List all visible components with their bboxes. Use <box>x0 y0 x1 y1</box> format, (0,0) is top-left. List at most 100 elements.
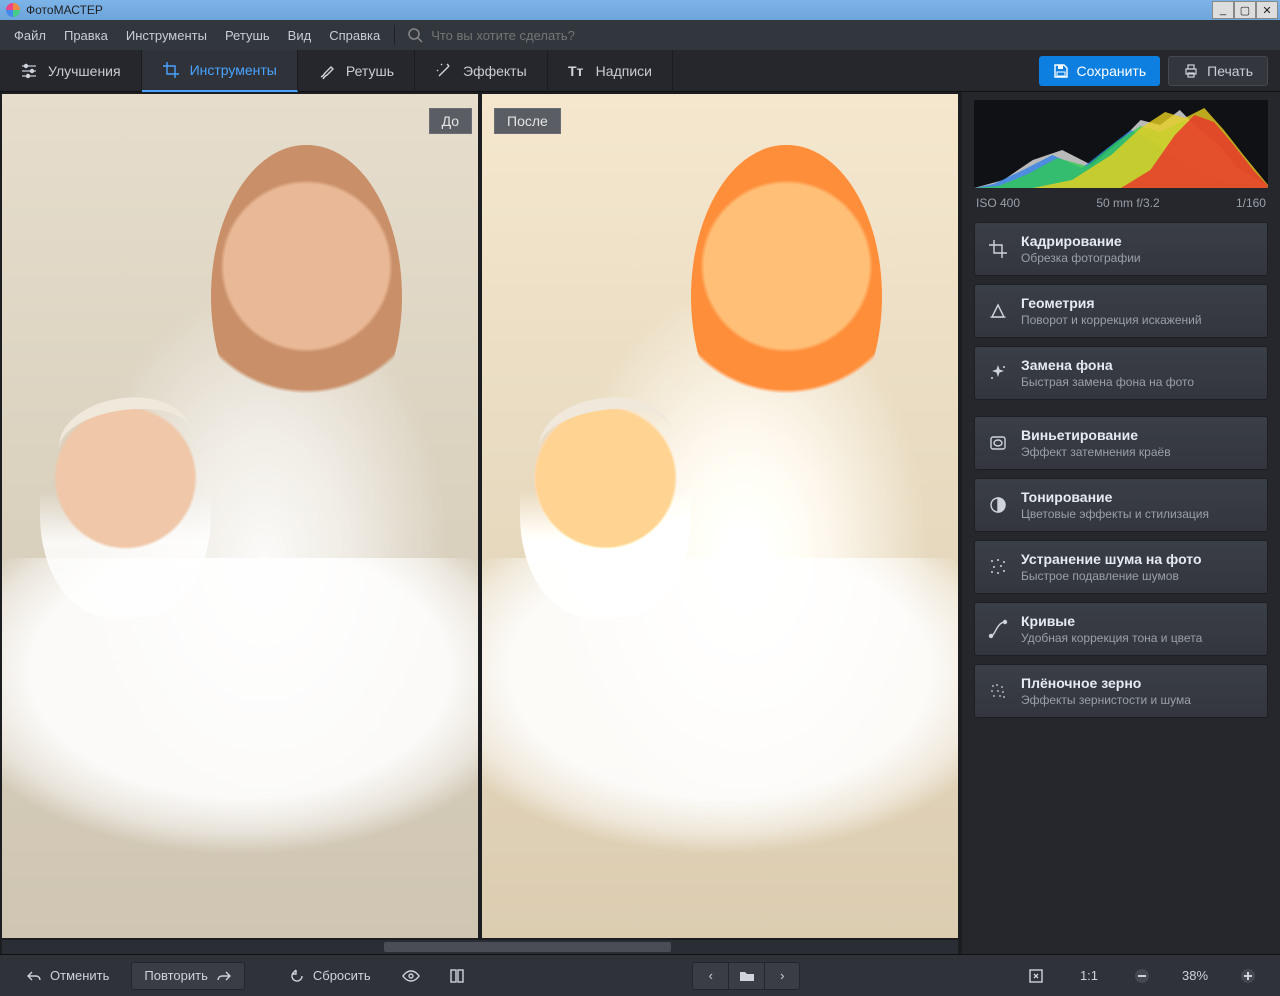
tab-tools[interactable]: Инструменты <box>142 50 298 92</box>
histogram <box>974 100 1268 188</box>
print-label: Печать <box>1207 63 1253 79</box>
menu-tools[interactable]: Инструменты <box>118 24 215 47</box>
print-icon <box>1183 63 1199 79</box>
tool-denoise[interactable]: Устранение шума на фотоБыстрое подавлени… <box>974 540 1268 594</box>
tool-title: Кривые <box>1021 613 1202 629</box>
exif-row: ISO 400 50 mm f/3.2 1/160 <box>974 192 1268 222</box>
tool-grain[interactable]: Плёночное зерноЭффекты зернистости и шум… <box>974 664 1268 718</box>
brush-icon <box>318 62 336 80</box>
tab-label: Эффекты <box>463 63 527 79</box>
preview-button[interactable] <box>393 962 429 990</box>
sparkle-icon <box>987 362 1009 384</box>
save-button[interactable]: Сохранить <box>1039 56 1161 86</box>
tool-toning[interactable]: Тонирование Цветовые эффекты и стилизация <box>974 478 1268 532</box>
canvas[interactable]: До После <box>2 94 958 938</box>
menubar: Файл Правка Инструменты Ретушь Вид Справ… <box>0 20 1280 50</box>
menu-file[interactable]: Файл <box>6 24 54 47</box>
toning-icon <box>987 494 1009 516</box>
eye-icon <box>402 967 420 985</box>
wand-icon <box>435 62 453 80</box>
tool-title: Устранение шума на фото <box>1021 551 1202 567</box>
zoom-value: 38% <box>1170 968 1220 983</box>
print-button[interactable]: Печать <box>1168 56 1268 86</box>
menu-edit[interactable]: Правка <box>56 24 116 47</box>
open-folder-button[interactable] <box>728 962 764 990</box>
crop-icon <box>987 238 1009 260</box>
text-icon: Tт <box>568 62 586 80</box>
svg-text:Tт: Tт <box>568 63 584 79</box>
tool-desc: Цветовые эффекты и стилизация <box>1021 507 1209 521</box>
tab-label: Инструменты <box>190 62 277 78</box>
zoom-in-button[interactable] <box>1230 962 1266 990</box>
tool-desc: Эффект затемнения краёв <box>1021 445 1171 459</box>
horizontal-scrollbar[interactable] <box>2 940 958 954</box>
main: До После ISO 400 50 mm f/3.2 1/160 <box>0 92 1280 954</box>
close-button[interactable]: ✕ <box>1256 1 1278 19</box>
toolbar: Улучшения Инструменты Ретушь Эффекты Tт … <box>0 50 1280 92</box>
bottombar: Отменить Повторить Сбросить ‹ › 1:1 38% <box>0 954 1280 996</box>
menu-help[interactable]: Справка <box>321 24 388 47</box>
minus-icon <box>1134 968 1150 984</box>
fit-button[interactable] <box>1018 962 1054 990</box>
redo-button[interactable]: Повторить <box>131 962 244 990</box>
sidebar: ISO 400 50 mm f/3.2 1/160 Кадрирование Об… <box>962 92 1280 954</box>
app-title: ФотоМАСТЕР <box>26 3 1212 17</box>
after-panel: После <box>482 94 958 938</box>
fit-icon <box>1028 968 1044 984</box>
next-button[interactable]: › <box>764 962 800 990</box>
tab-enhance[interactable]: Улучшения <box>0 50 142 92</box>
redo-label: Повторить <box>144 968 207 983</box>
save-icon <box>1053 63 1069 79</box>
exif-shutter: 1/160 <box>1236 196 1266 210</box>
undo-button[interactable]: Отменить <box>14 962 121 990</box>
search-input[interactable] <box>431 28 731 43</box>
curves-icon <box>987 618 1009 640</box>
compare-button[interactable] <box>439 962 475 990</box>
tab-label: Ретушь <box>346 63 394 79</box>
tab-effects[interactable]: Эффекты <box>415 50 548 92</box>
tool-desc: Поворот и коррекция искажений <box>1021 313 1202 327</box>
menu-retouch[interactable]: Ретушь <box>217 24 278 47</box>
minimize-button[interactable]: _ <box>1212 1 1234 19</box>
titlebar: ФотоМАСТЕР _ ▢ ✕ <box>0 0 1280 20</box>
maximize-button[interactable]: ▢ <box>1234 1 1256 19</box>
tab-label: Улучшения <box>48 63 121 79</box>
tool-title: Геометрия <box>1021 295 1202 311</box>
redo-icon <box>216 968 232 984</box>
before-panel: До <box>2 94 478 938</box>
tab-retouch[interactable]: Ретушь <box>298 50 415 92</box>
vignette-icon <box>987 432 1009 454</box>
tool-vignette[interactable]: Виньетирование Эффект затемнения краёв <box>974 416 1268 470</box>
exif-iso: ISO 400 <box>976 196 1020 210</box>
tool-bgswap[interactable]: Замена фона Быстрая замена фона на фото <box>974 346 1268 400</box>
grain-icon <box>987 680 1009 702</box>
tool-crop[interactable]: Кадрирование Обрезка фотографии <box>974 222 1268 276</box>
tool-desc: Обрезка фотографии <box>1021 251 1141 265</box>
chevron-left-icon: ‹ <box>709 968 713 983</box>
tab-text[interactable]: Tт Надписи <box>548 50 673 92</box>
menu-view[interactable]: Вид <box>280 24 320 47</box>
chevron-right-icon: › <box>780 968 784 983</box>
tool-geometry[interactable]: Геометрия Поворот и коррекция искажений <box>974 284 1268 338</box>
folder-icon <box>739 968 755 984</box>
denoise-icon <box>987 556 1009 578</box>
reset-label: Сбросить <box>313 968 371 983</box>
search-icon <box>401 27 429 43</box>
app-logo-icon <box>6 3 20 17</box>
tool-title: Замена фона <box>1021 357 1194 373</box>
canvas-area: До После <box>0 92 962 954</box>
tool-desc: Быстрая замена фона на фото <box>1021 375 1194 389</box>
tool-title: Виньетирование <box>1021 427 1171 443</box>
save-label: Сохранить <box>1077 63 1147 79</box>
menu-separator <box>394 25 395 45</box>
undo-label: Отменить <box>50 968 109 983</box>
tool-title: Тонирование <box>1021 489 1209 505</box>
tool-title: Кадрирование <box>1021 233 1141 249</box>
compare-icon <box>449 968 465 984</box>
zoom-1to1[interactable]: 1:1 <box>1064 968 1114 983</box>
tool-curves[interactable]: КривыеУдобная коррекция тона и цвета <box>974 602 1268 656</box>
prev-button[interactable]: ‹ <box>692 962 728 990</box>
tab-label: Надписи <box>596 63 652 79</box>
zoom-out-button[interactable] <box>1124 962 1160 990</box>
reset-button[interactable]: Сбросить <box>277 962 383 990</box>
